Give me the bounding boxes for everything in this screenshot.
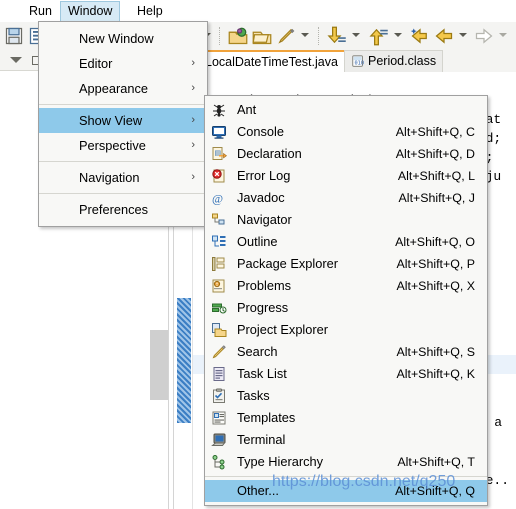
code-line-31: 31 ······ — [0, 431, 288, 486]
svg-text:@: @ — [212, 192, 223, 206]
class-file-icon: 010 — [351, 54, 365, 68]
show-view-submenu[interactable]: Ant Console Alt+Shift+Q, C ▤ Declaration… — [204, 95, 488, 506]
type-hierarchy-icon — [211, 454, 227, 470]
show-view-item-outline[interactable]: Outline Alt+Shift+Q, O — [205, 231, 487, 253]
code-line-22: 22 /**¤¶ — [0, 260, 281, 334]
show-view-item-declaration[interactable]: ▤ Declaration Alt+Shift+Q, D — [205, 143, 487, 165]
menu-preferences[interactable]: Preferences — [39, 197, 207, 222]
eclipse-window: Run Window Help LocalDateTimeTest.java 0… — [0, 0, 516, 509]
code-line-23: 23 * @De — [0, 279, 288, 334]
code-line-30: 30 ¤¶ — [0, 412, 259, 486]
terminal-icon — [211, 432, 227, 448]
search-dropdown-arrow[interactable] — [301, 33, 309, 37]
show-view-item-error-log[interactable]: Error Log Alt+Shift+Q, L — [205, 165, 487, 187]
tab-label: Period.class — [368, 54, 437, 68]
chevron-right-icon: › — [191, 82, 195, 94]
back-icon[interactable] — [434, 26, 454, 46]
progress-icon — [211, 300, 227, 316]
show-view-item-other[interactable]: Other... Alt+Shift+Q, Q — [205, 480, 487, 502]
code-line-21: 21 ¤¶ — [0, 241, 257, 296]
task-list-icon — [211, 366, 227, 382]
editor-scrollbar-thumb[interactable] — [150, 330, 168, 400]
show-view-item-search[interactable]: Search Alt+Shift+Q, S — [205, 341, 487, 363]
error-log-icon — [211, 168, 227, 184]
forward-icon[interactable] — [474, 26, 494, 46]
show-view-item-ant[interactable]: Ant — [205, 99, 487, 121]
show-view-item-task-list[interactable]: Task List Alt+Shift+Q, K — [205, 363, 487, 385]
menubar: Run Window Help — [0, 0, 516, 22]
menu-separator — [205, 476, 487, 477]
declaration-icon: ▤ — [211, 146, 227, 162]
menu-perspective[interactable]: Perspective › — [39, 133, 207, 158]
open-type-icon[interactable] — [228, 26, 248, 46]
menu-navigation[interactable]: Navigation › — [39, 165, 207, 190]
open-resource-icon[interactable] — [252, 26, 272, 46]
menubar-help[interactable]: Help — [130, 2, 170, 20]
view-menu-icon[interactable] — [10, 57, 22, 63]
menubar-run[interactable]: Run — [22, 2, 59, 20]
ant-icon — [211, 102, 227, 118]
console-icon — [211, 124, 227, 140]
chevron-right-icon: › — [191, 171, 195, 183]
code-line-33: 33 ······ — [0, 469, 232, 505]
show-view-item-tasks[interactable]: Tasks — [205, 385, 487, 407]
templates-icon — [211, 410, 227, 426]
outline-icon — [211, 234, 227, 250]
forward-dropdown-arrow[interactable] — [499, 33, 507, 37]
code-line-27: 27 public — [0, 355, 288, 410]
search-icon — [211, 344, 227, 360]
svg-text:010: 010 — [355, 61, 364, 67]
back-dropdown-arrow[interactable] — [459, 33, 467, 37]
package-explorer-icon — [211, 256, 227, 272]
menu-editor[interactable]: Editor › — [39, 51, 207, 76]
show-view-item-console[interactable]: Console Alt+Shift+Q, C — [205, 121, 487, 143]
menu-new-window[interactable]: New Window — [39, 26, 207, 51]
code-line-25: 25 * @da — [0, 317, 288, 372]
tab-period-class[interactable]: 010 Period.class — [344, 50, 444, 72]
show-view-item-project-explorer[interactable]: Project Explorer — [205, 319, 487, 341]
menu-show-view[interactable]: Show View › — [39, 108, 207, 133]
menu-separator — [39, 104, 207, 105]
search-toolbar-icon[interactable] — [276, 26, 296, 46]
show-view-item-package-explorer[interactable]: Package Explorer Alt+Shift+Q, P — [205, 253, 487, 275]
code-line-26: 26 */¤¶ — [0, 336, 281, 391]
project-explorer-icon — [211, 322, 227, 338]
problems-icon — [211, 278, 227, 294]
code-line-28: 28 ¤¶ — [0, 374, 257, 429]
window-menu[interactable]: New Window Editor › Appearance › Show Vi… — [38, 21, 208, 227]
show-view-item-templates[interactable]: Templates — [205, 407, 487, 429]
tasks-icon — [211, 388, 227, 404]
show-view-item-type-hierarchy[interactable]: Type Hierarchy Alt+Shift+Q, T — [205, 451, 487, 473]
next-annotation-dropdown-arrow[interactable] — [352, 33, 360, 37]
toolbar-separator-2 — [318, 27, 320, 45]
show-view-item-navigator[interactable]: Navigator — [205, 209, 487, 231]
gutter-change-marker — [177, 298, 191, 423]
chevron-right-icon: › — [191, 57, 195, 69]
show-view-item-javadoc[interactable]: @ Javadoc Alt+Shift+Q, J — [205, 187, 487, 209]
code-line-24: 24 * @au — [0, 298, 288, 353]
editor-header-text: java.time.Period:¶ — [200, 72, 387, 108]
menu-separator — [39, 193, 207, 194]
tab-label: LocalDateTimeTest.java — [205, 55, 338, 69]
last-edit-location-icon[interactable] — [410, 26, 430, 46]
editor-tab-bar: LocalDateTimeTest.java✖ 010 Period.class — [196, 50, 516, 74]
menu-separator — [39, 161, 207, 162]
chevron-right-icon: › — [191, 139, 195, 151]
previous-annotation-dropdown-arrow[interactable] — [394, 33, 402, 37]
code-line-32: 32 ······ — [0, 450, 288, 505]
chevron-right-icon: › — [191, 114, 195, 126]
menubar-window[interactable]: Window — [60, 1, 121, 22]
previous-annotation-icon[interactable] — [369, 26, 389, 46]
show-view-item-problems[interactable]: Problems Alt+Shift+Q, X — [205, 275, 487, 297]
next-annotation-icon[interactable] — [327, 26, 347, 46]
show-view-item-progress[interactable]: Progress — [205, 297, 487, 319]
navigator-icon — [211, 212, 227, 228]
javadoc-icon: @ — [211, 190, 227, 206]
code-line-29: 29 ····pu — [0, 393, 288, 467]
tab-localdatetimetest[interactable]: LocalDateTimeTest.java✖ — [198, 50, 360, 74]
show-view-item-terminal[interactable]: Terminal — [205, 429, 487, 451]
toolbar-separator-1 — [219, 27, 221, 45]
save-icon[interactable] — [4, 26, 24, 46]
menu-appearance[interactable]: Appearance › — [39, 76, 207, 101]
